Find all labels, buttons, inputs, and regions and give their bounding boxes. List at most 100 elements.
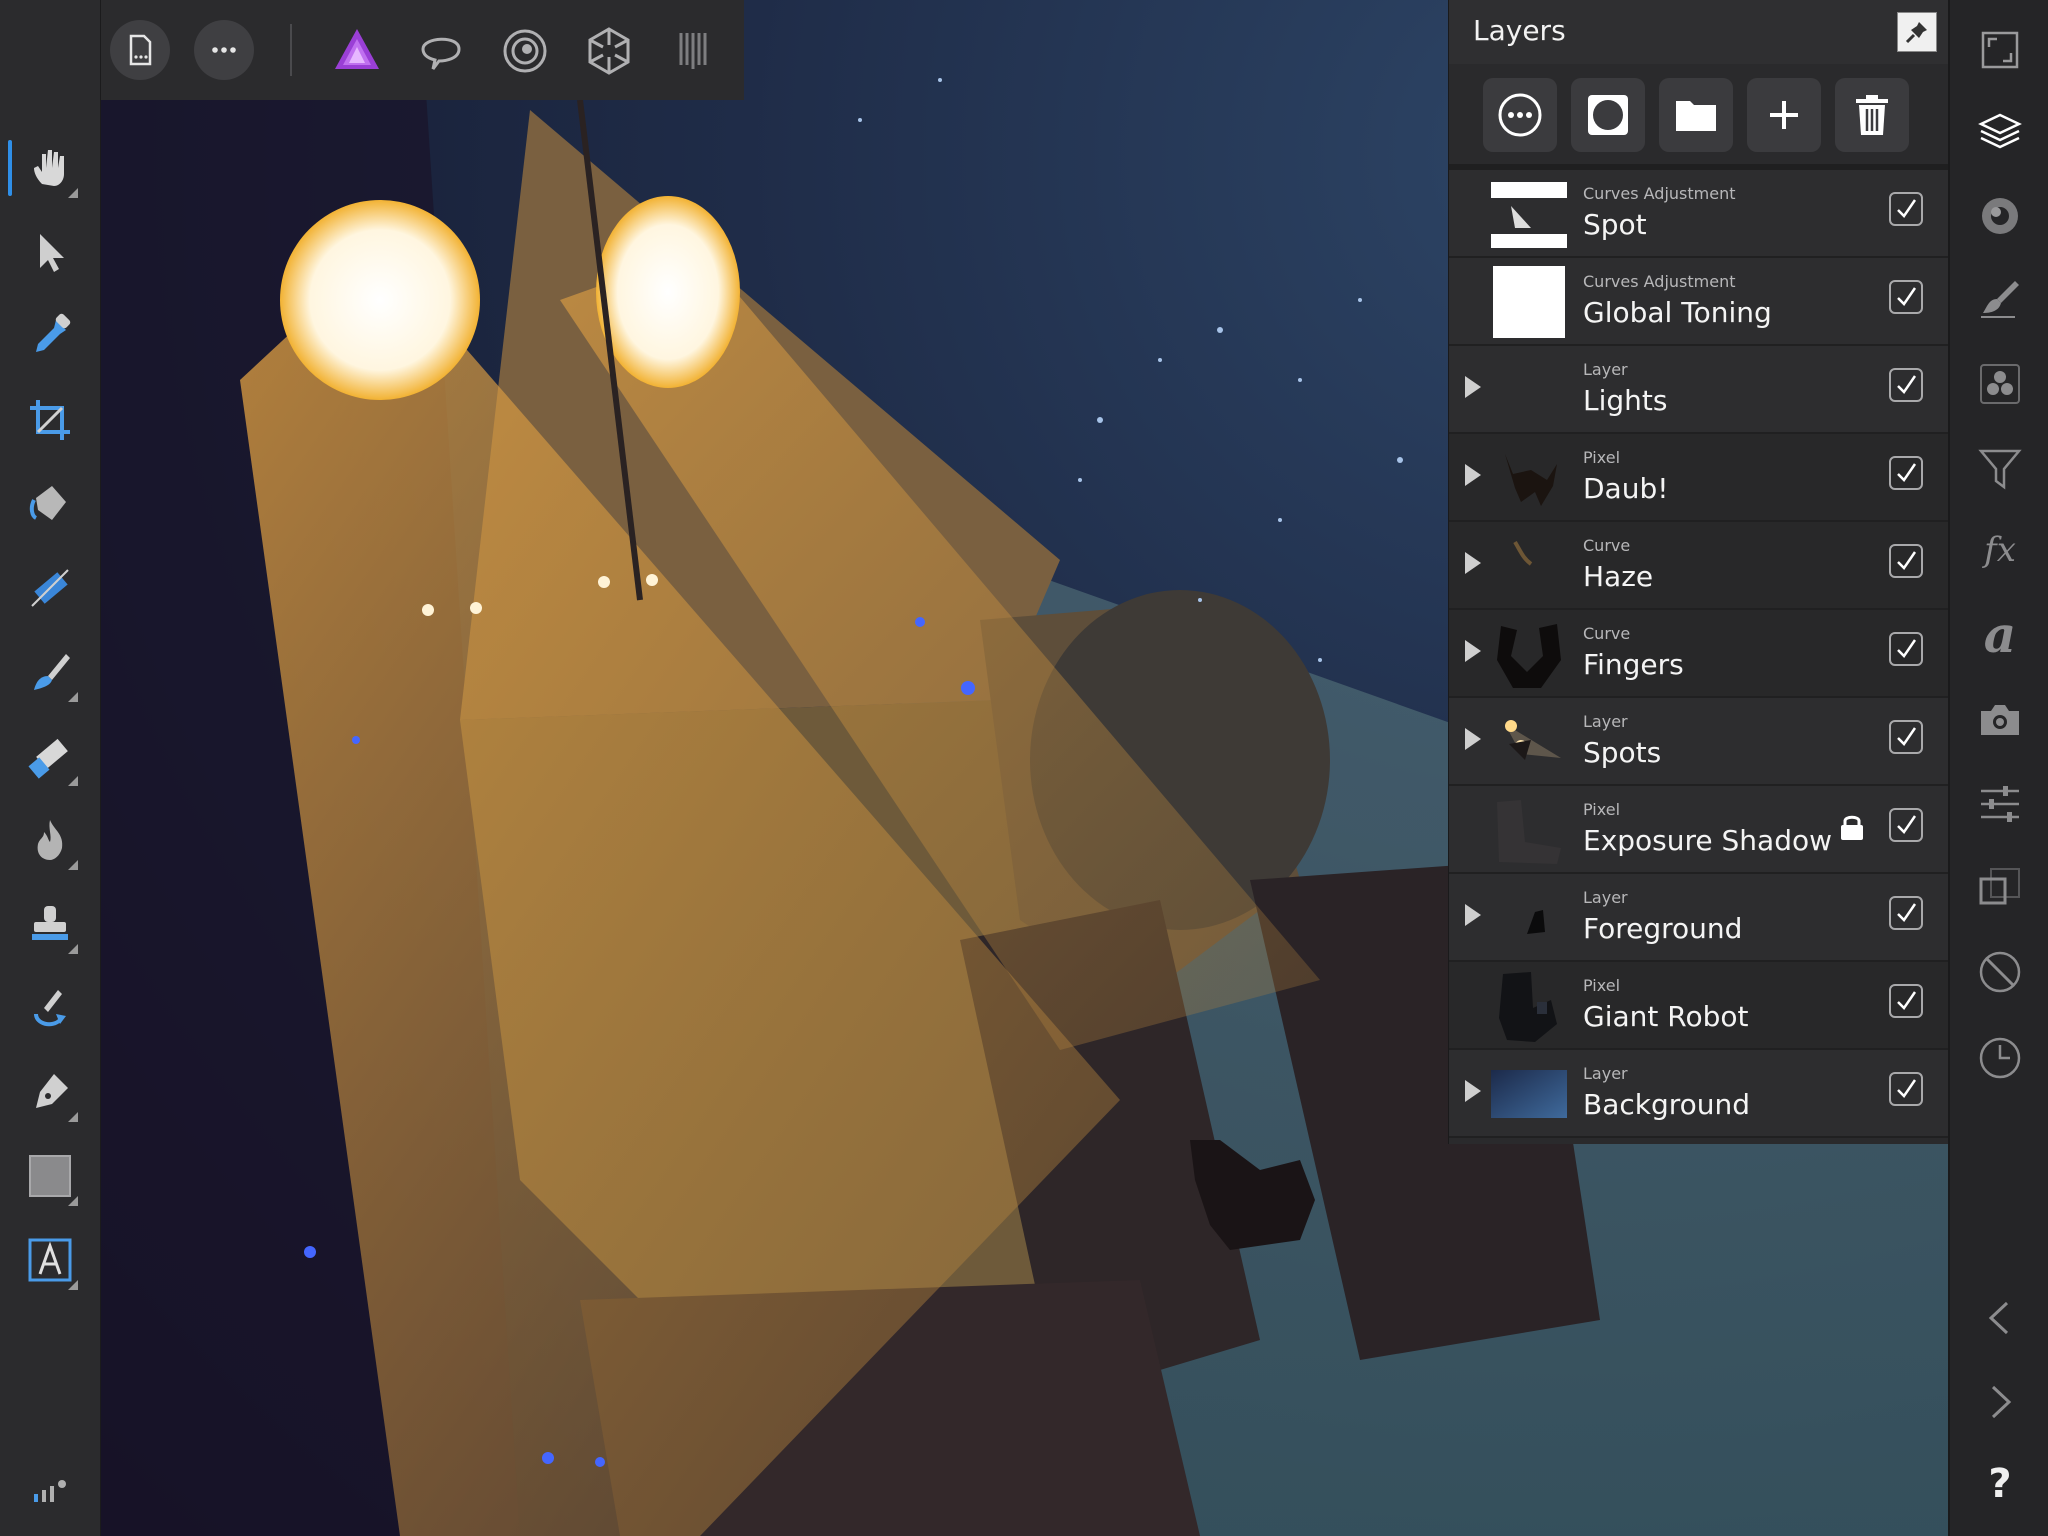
layer-row-daub[interactable]: Pixel Daub!: [1449, 434, 1949, 522]
more-options-button[interactable]: [194, 20, 254, 80]
flood-fill-tool[interactable]: [10, 468, 90, 540]
layer-name-label: Fingers: [1583, 648, 1684, 681]
expand-arrow-icon[interactable]: [1465, 640, 1481, 662]
checkmark-icon: [1897, 1079, 1917, 1098]
expand-arrow-icon[interactable]: [1465, 376, 1481, 398]
layer-thumbnail: [1491, 792, 1567, 868]
rectangle-icon: [29, 1155, 71, 1197]
layer-type-label: Curve: [1583, 536, 1631, 555]
layers-panel: Layers Curves Adjustment Spot Curves Adj…: [1448, 0, 1952, 1144]
liquify-persona-button[interactable]: [412, 22, 470, 80]
color-studio-button[interactable]: [1966, 182, 2034, 250]
transform-icon: [1979, 868, 2020, 905]
layer-options-button[interactable]: [1483, 78, 1557, 152]
paint-brush-tool[interactable]: [10, 636, 90, 708]
collapse-left-button[interactable]: [1966, 1284, 2034, 1352]
pin-panel-button[interactable]: [1897, 12, 1937, 52]
visibility-checkbox[interactable]: [1889, 896, 1923, 930]
folder-icon: [1676, 101, 1716, 131]
collapse-right-button[interactable]: [1966, 1368, 2034, 1436]
stock-studio-button[interactable]: [1966, 686, 2034, 754]
clone-tool[interactable]: [10, 888, 90, 960]
transform-studio-button[interactable]: [1966, 854, 2034, 922]
expand-arrow-icon[interactable]: [1465, 464, 1481, 486]
mask-layer-button[interactable]: [1571, 78, 1645, 152]
photo-persona-button[interactable]: [328, 22, 386, 80]
undo-brush-tool[interactable]: [10, 972, 90, 1044]
visibility-checkbox[interactable]: [1889, 368, 1923, 402]
erase-tool[interactable]: [10, 720, 90, 792]
layer-row-lights[interactable]: Layer Lights: [1449, 346, 1952, 434]
panel-title: Layers: [1473, 14, 1566, 47]
layer-row-foreground[interactable]: Layer Foreground: [1449, 874, 1952, 962]
brush-icon: [1981, 281, 2019, 318]
layers-studio-button[interactable]: [1966, 98, 2034, 166]
move-tool[interactable]: [10, 216, 90, 288]
layer-row-fingers[interactable]: Curve Fingers: [1449, 610, 1949, 698]
layer-type-label: Layer: [1583, 888, 1628, 907]
visibility-checkbox[interactable]: [1889, 808, 1923, 842]
layer-type-label: Curves Adjustment: [1583, 272, 1736, 291]
help-button[interactable]: ?: [1966, 1450, 2034, 1518]
tone-mapping-persona-button[interactable]: [580, 22, 638, 80]
quick-menu-button[interactable]: [10, 1452, 90, 1524]
adjustments-studio-button[interactable]: [1966, 770, 2034, 838]
fx-studio-button[interactable]: fx: [1966, 516, 2034, 584]
visibility-checkbox[interactable]: [1889, 280, 1923, 314]
visibility-checkbox[interactable]: [1889, 632, 1923, 666]
layer-row-spot[interactable]: Curves Adjustment Spot: [1449, 170, 1949, 258]
pin-icon: [1905, 22, 1927, 44]
shape-tool[interactable]: [10, 1140, 90, 1212]
plus-icon: [1770, 101, 1798, 129]
layer-row-giant-robot[interactable]: Pixel Giant Robot: [1449, 962, 1949, 1050]
expand-arrow-icon[interactable]: [1465, 552, 1481, 574]
checkmark-icon: [1897, 815, 1917, 834]
develop-persona-button[interactable]: [496, 22, 554, 80]
mask-icon: [1588, 95, 1628, 135]
layer-row-exposure-shadow[interactable]: Pixel Exposure Shadow: [1449, 786, 1949, 874]
visibility-checkbox[interactable]: [1889, 1072, 1923, 1106]
filter-funnel-icon: [1978, 449, 2022, 490]
expand-arrow-icon[interactable]: [1465, 728, 1481, 750]
view-tool[interactable]: [8, 132, 90, 204]
crop-icon: [30, 400, 70, 440]
layer-row-background[interactable]: Layer Background: [1449, 1050, 1952, 1138]
group-layers-button[interactable]: [1659, 78, 1733, 152]
channels-studio-button[interactable]: [1966, 350, 2034, 418]
visibility-checkbox[interactable]: [1889, 192, 1923, 226]
delete-layer-button[interactable]: [1835, 78, 1909, 152]
move-arrow-icon: [40, 234, 64, 272]
text-styles-studio-button[interactable]: a: [1966, 600, 2034, 668]
visibility-checkbox[interactable]: [1889, 984, 1923, 1018]
filters-studio-button[interactable]: [1966, 434, 2034, 502]
layer-type-label: Curves Adjustment: [1583, 184, 1736, 203]
checkmark-icon: [1897, 199, 1917, 218]
visibility-checkbox[interactable]: [1889, 720, 1923, 754]
brushes-studio-button[interactable]: [1966, 264, 2034, 332]
layer-row-spots[interactable]: Layer Spots: [1449, 698, 1952, 786]
layer-row-global-toning[interactable]: Curves Adjustment Global Toning: [1449, 258, 1949, 346]
color-picker-tool[interactable]: [10, 300, 90, 372]
layer-name-label: Spots: [1583, 736, 1662, 769]
lock-icon[interactable]: [1839, 812, 1865, 842]
fullscreen-button[interactable]: [1966, 16, 2034, 84]
history-studio-button[interactable]: [1966, 1024, 2034, 1092]
text-tool[interactable]: [10, 1224, 90, 1296]
navigator-studio-button[interactable]: [1966, 938, 2034, 1006]
layer-row-haze[interactable]: Curve Haze: [1449, 522, 1949, 610]
visibility-checkbox[interactable]: [1889, 456, 1923, 490]
export-persona-button[interactable]: [664, 22, 722, 80]
visibility-checkbox[interactable]: [1889, 544, 1923, 578]
help-icon: ?: [1988, 1461, 2012, 1507]
document-button[interactable]: [110, 20, 170, 80]
expand-arrow-icon[interactable]: [1465, 1080, 1481, 1102]
pen-tool[interactable]: [10, 1056, 90, 1128]
sliders-icon: [1981, 786, 2019, 822]
add-layer-button[interactable]: [1747, 78, 1821, 152]
dodge-burn-tool[interactable]: [10, 804, 90, 876]
layer-type-label: Layer: [1583, 712, 1628, 731]
expand-arrow-icon[interactable]: [1465, 904, 1481, 926]
fx-icon: fx: [1984, 530, 2016, 570]
gradient-tool[interactable]: [10, 552, 90, 624]
crop-tool[interactable]: [10, 384, 90, 456]
